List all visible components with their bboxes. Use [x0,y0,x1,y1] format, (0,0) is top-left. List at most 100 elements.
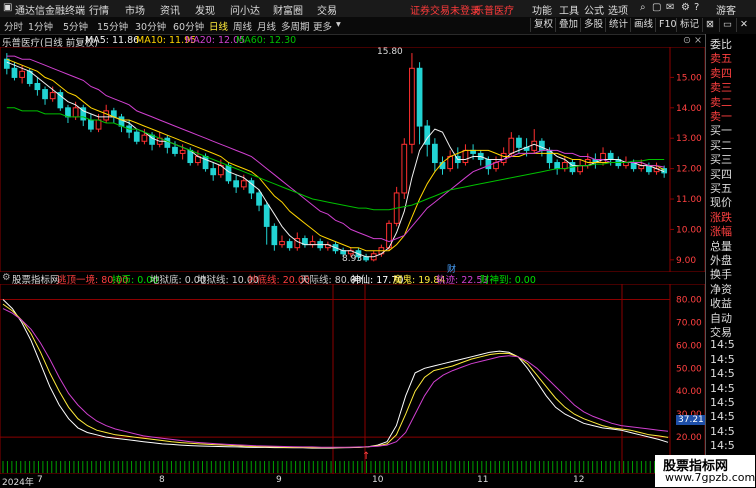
candle-up [72,107,79,118]
menu-gongneng[interactable]: 功能 [532,2,552,17]
button-tongji[interactable]: 统计 [605,18,631,32]
quote-panel-label[interactable]: 14:5 [710,396,735,409]
quote-panel-label[interactable]: 14:5 [710,353,735,366]
period-fenshi[interactable]: 分时 [4,19,23,33]
indicator-legend: ⚙ 股票指标网 逃顶一境: 80.00 持币: 0.00 地狱底: 0.00 地… [0,272,705,286]
date-axis: 2024年 7 8 9 10 11 12 [0,475,705,488]
candle-down [539,140,545,151]
indicator-chart[interactable]: ↑ 80.0070.0060.0050.0040.0030.0020.00 [0,284,705,474]
ma5-line [6,61,665,258]
menu-hangqing[interactable]: 行情 [89,2,109,17]
menu-caifuquan[interactable]: 财富圈 [273,2,303,17]
quote-panel-label[interactable]: 14:5 [710,367,735,380]
period-weekly[interactable]: 周线 [233,19,252,33]
month-label: 11 [477,475,489,485]
candle-up [561,162,568,170]
filter-icon[interactable]: ⊠ [702,18,717,32]
indicator-tick-label: 70.00 [676,318,702,328]
period-30min[interactable]: 30分钟 [135,19,166,33]
period-5min[interactable]: 5分钟 [63,19,88,33]
candle-up [462,149,469,164]
candle-down [133,131,140,142]
candle-down [263,204,270,227]
price-tick-label: 11.00 [676,195,702,205]
candle-up [141,134,148,142]
high-price-label: 15.80 [377,47,403,57]
price-tick-label: 13.00 [676,134,702,144]
quote-panel-label[interactable]: 14:5 [710,382,735,395]
settings-icon[interactable]: ⚙ [2,272,11,283]
chevron-down-icon[interactable]: ▾ [336,19,341,30]
settings-icon[interactable]: ⚙ [681,2,690,13]
indicator-tick-label: 80.00 [676,295,702,305]
candle-up [103,110,110,121]
window-icon[interactable]: ▭ [719,18,735,32]
message-icon[interactable]: ✉ [666,2,674,13]
period-60min[interactable]: 60分钟 [173,19,204,33]
close-icon[interactable]: × [694,35,702,46]
close-icon[interactable]: ✕ [736,18,751,32]
indicator-tick-label: 50.00 [676,364,702,374]
menu-shichang[interactable]: 市场 [125,2,145,17]
buy-signal-icon: ↑ [362,451,370,462]
candle-down [172,146,178,154]
user-label[interactable]: 游客 [716,2,736,17]
button-biaoji[interactable]: 标记 [676,18,702,32]
price-tick-label: 10.00 [676,225,702,235]
candle-down [11,67,18,78]
menu-jiaoyi[interactable]: 交易 [317,2,337,17]
candle-up [531,140,538,151]
indicator-frame [0,284,705,474]
button-duogu[interactable]: 多股 [580,18,606,32]
candle-up [600,152,606,164]
price-tick-label: 9.00 [676,256,696,266]
candlestick-chart[interactable]: 15.00 14.00 13.00 12.00 11.00 10.00 9.00 [0,47,705,272]
quote-panel-label[interactable]: 14:5 [710,338,735,351]
app-logo-icon: ▣ [3,2,13,13]
watermark: 股票指标网 www.7gpzb.com [655,455,755,487]
indicator-line [2,299,669,449]
candle-down [271,225,278,246]
candle-down [416,67,423,127]
quote-panel-label[interactable]: 14:5 [710,410,735,423]
candle-up [577,165,583,173]
month-label: 9 [276,475,282,485]
candle-up [95,119,102,130]
menu-wenxiaoda[interactable]: 问小达 [230,2,260,17]
help-icon[interactable]: ? [694,2,699,13]
candle-down [65,107,71,118]
indicator-tick-label: 60.00 [676,341,702,351]
watermark-url: www.7gpzb.com [665,471,756,484]
search-icon[interactable]: ⌕ [640,2,646,13]
period-more[interactable]: 更多 [313,19,332,33]
menu-faxian[interactable]: 发现 [195,2,215,17]
window-icon[interactable]: ▢ [652,2,661,13]
quote-panel-label[interactable]: 14:5 [710,425,735,438]
menu-gongju[interactable]: 工具 [559,2,579,17]
period-1min[interactable]: 1分钟 [28,19,53,33]
candle-down [225,165,232,182]
candle-down [439,162,446,170]
period-toolbar: 分时 1分钟 5分钟 15分钟 30分钟 60分钟 日线 周线 月线 多周期 更… [0,17,756,35]
price-tick-label: 14.00 [676,104,702,114]
period-15min[interactable]: 15分钟 [97,19,128,33]
button-huaxian[interactable]: 画线 [630,18,656,32]
candle-up [240,180,247,188]
period-multi[interactable]: 多周期 [281,19,310,33]
collapse-icon[interactable]: ⊙ [683,35,691,46]
candle-down [286,241,293,249]
menu-gongshi[interactable]: 公式 [584,2,604,17]
button-fuquan[interactable]: 复权 [530,18,556,32]
month-label: 10 [372,475,384,485]
button-diejia[interactable]: 叠加 [555,18,581,32]
low-price-label: 8.93 [342,254,363,264]
period-daily[interactable]: 日线 [209,19,228,33]
app-name: 通达信金融终端 [15,6,85,17]
login-status[interactable]: 证券交易未登录 [410,2,480,17]
period-monthly[interactable]: 月线 [257,19,276,33]
candle-down [233,180,240,188]
menu-zixun[interactable]: 资讯 [160,2,180,17]
ma10-line [6,58,665,252]
quote-panel-label[interactable]: 14:5 [710,439,735,452]
menu-xuanxiang[interactable]: 选项 [608,2,628,17]
